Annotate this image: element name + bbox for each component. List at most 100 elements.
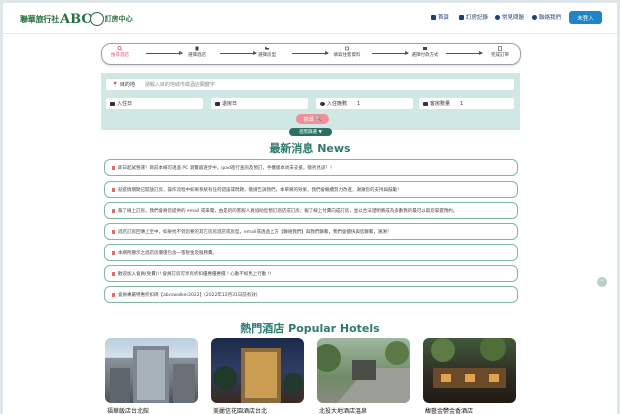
- moon-icon: [320, 101, 325, 106]
- hotel-name-1[interactable]: 福華飯店台北館: [107, 406, 149, 414]
- destination-field[interactable]: 📍 目的地 請輸入目的地城市或酒店關鍵字: [106, 79, 514, 90]
- hotel-card-1[interactable]: [105, 338, 198, 403]
- bed-icon: [265, 47, 269, 50]
- news-item[interactable]: 本網所顯示之酒店房價僅包含一張稅金及服務費。: [104, 244, 518, 261]
- rooms-label: 客房數量: [430, 101, 451, 107]
- news-text: 會員專屬特惠折扣碼【abcswalker2022】(2022年12月31日前有效…: [118, 292, 258, 298]
- news-item[interactable]: 歡迎加入會員(免費)!! 會員訂房可享有折扣優惠優惠價 ! 心動不如馬上行動 !…: [104, 265, 518, 282]
- search-icon: [117, 46, 123, 51]
- news-text: 本網所顯示之酒店房價僅包含一張稅金及服務費。: [118, 250, 217, 256]
- step-label: 選擇酒店: [188, 53, 206, 58]
- rooms-field[interactable]: 客房數量 1: [419, 98, 514, 109]
- news-item[interactable]: 會員專屬特惠折扣碼【abcswalker2022】(2022年12月31日前有效…: [104, 286, 518, 303]
- document-icon: [498, 46, 502, 51]
- advanced-filter-label: 進階篩選: [299, 130, 318, 135]
- nav-faq-label: 常見問題: [502, 15, 525, 21]
- step-select-hotel: 選擇酒店: [177, 46, 217, 58]
- document-icon: [112, 229, 115, 234]
- nav-faq[interactable]: 常見問題: [495, 13, 524, 21]
- news-text: 就疫情期間已開放訂房，操作流程中如果系統有任何錯誤或問題，敬請告訴我們，本單將的…: [118, 187, 402, 193]
- logo-text-2: ABC: [60, 11, 92, 27]
- list-icon: [459, 14, 464, 20]
- logo[interactable]: 聯華旅行社 ABC 訂房中心: [20, 11, 133, 27]
- home-icon: [431, 14, 436, 20]
- advanced-filter-button[interactable]: 進階篩選 ▼: [289, 128, 332, 136]
- news-text: 歡迎加入會員(免費)!! 會員訂房可享有折扣優惠優惠價 ! 心動不如馬上行動 !…: [118, 271, 272, 277]
- destination-placeholder: 請輸入目的地城市或酒店關鍵字: [144, 82, 215, 88]
- calendar-icon: [110, 101, 115, 106]
- step-complete: 完成訂單: [480, 46, 520, 58]
- nav-records[interactable]: 訂房記錄: [459, 13, 488, 21]
- globe-icon: [89, 12, 104, 26]
- nights-label: 入住晚數: [327, 101, 348, 107]
- news-item[interactable]: 就疫情期間已開放訂房，操作流程中如果系統有任何錯誤或問題，敬請告訴我們，本單將的…: [104, 181, 518, 198]
- destination-label-text: 目的地: [119, 82, 135, 88]
- news-item[interactable]: 酒店訂房回傳上至中，如果找不到您要的其它房房酒店或房型，email或透過上方【聯…: [104, 223, 518, 240]
- hotels-title: 熱門酒店 Popular Hotels: [240, 322, 380, 335]
- step-arrow: [446, 51, 483, 55]
- credit-card-icon: [423, 47, 427, 50]
- checkout-field[interactable]: 退房日: [211, 98, 308, 109]
- chevron-up-icon: ⌃: [599, 278, 605, 286]
- search-button-label: 搜尋: [303, 116, 314, 123]
- info-icon: [532, 14, 537, 20]
- step-search-hotel: 搜尋酒店: [100, 46, 140, 58]
- nav-contact-label: 聯絡我們: [539, 15, 562, 21]
- news-text: 即日起試營運！目前本線可透過 PC 瀏覽器逐步中，ipad進行查詢及預訂，手機版…: [118, 165, 335, 171]
- login-button[interactable]: 未登入: [569, 11, 602, 24]
- hotel-card-2[interactable]: [211, 338, 304, 403]
- checkin-field[interactable]: 入住日: [106, 98, 203, 109]
- step-label: 填寫住客資料: [333, 53, 361, 58]
- logo-text-1: 聯華旅行社: [20, 13, 59, 24]
- document-icon: [112, 292, 115, 297]
- hotel-photo-icon: [317, 341, 410, 403]
- step-guest-info: 填寫住客資料: [324, 46, 370, 58]
- bed-icon: [423, 101, 428, 106]
- search-panel: 📍 目的地 請輸入目的地城市或酒店關鍵字 入住日 退房日 入住晚數 1 客房數量 1…: [101, 73, 520, 130]
- step-label: 選擇付款方式: [411, 53, 439, 58]
- document-icon: [112, 250, 115, 255]
- step-label: 完成訂單: [491, 53, 509, 58]
- step-payment: 選擇付款方式: [402, 46, 448, 58]
- news-item[interactable]: 報了線上訂房，我們會將您提供的 email 或來電，由是的的客服人員協助您預訂酒…: [104, 202, 518, 219]
- building-icon: [195, 46, 199, 51]
- booking-steps: 搜尋酒店 選擇酒店 選擇房型 填寫住客資料 選擇付款方式 完成訂單: [101, 43, 521, 65]
- calendar-icon: [215, 101, 220, 106]
- nights-value: 1: [357, 100, 361, 107]
- step-label: 搜尋酒店: [111, 53, 129, 58]
- hotel-card-3[interactable]: [317, 338, 410, 403]
- checkin-label: 入住日: [117, 101, 133, 107]
- step-label: 選擇房型: [258, 53, 276, 58]
- hotel-photo-icon: [110, 346, 195, 403]
- hotel-name-2[interactable]: 美麗信花園酒店台北: [213, 406, 267, 414]
- scroll-to-top-button[interactable]: ⌃: [597, 277, 607, 287]
- hotel-photo-icon: [431, 338, 506, 388]
- news-text: 酒店訂房回傳上至中，如果找不到您要的其它房房酒店或房型，email或透過上方【聯…: [118, 229, 392, 235]
- document-icon: [112, 187, 115, 192]
- hotel-photo-icon: [213, 348, 303, 403]
- hotel-name-3[interactable]: 北投大地酒店溫泉: [319, 406, 367, 414]
- nav-home[interactable]: 首頁: [431, 13, 449, 21]
- search-button[interactable]: 搜尋 🔍: [296, 114, 329, 124]
- nights-field[interactable]: 入住晚數 1: [316, 98, 413, 109]
- rooms-value: 1: [460, 100, 464, 107]
- news-text: 報了線上訂房，我們會將您提供的 email 或來電，由是的的客服人員協助您預訂酒…: [118, 208, 458, 214]
- nav-records-label: 訂房記錄: [466, 15, 489, 21]
- hotel-name-4[interactable]: 馥藝金鬱金香酒店: [425, 406, 473, 414]
- document-icon: [112, 208, 115, 213]
- news-title: 最新消息 News: [269, 142, 351, 155]
- logo-text-3: 訂房中心: [104, 14, 133, 23]
- news-item[interactable]: 即日起試營運！目前本線可透過 PC 瀏覽器逐步中，ipad進行查詢及預訂，手機版…: [104, 159, 518, 176]
- destination-label: 📍 目的地: [112, 82, 135, 88]
- document-icon: [112, 271, 115, 276]
- nav-contact[interactable]: 聯絡我們: [532, 13, 561, 21]
- checkout-label: 退房日: [222, 101, 238, 107]
- document-icon: [112, 165, 115, 170]
- hotel-card-4[interactable]: [423, 338, 516, 403]
- step-select-room: 選擇房型: [247, 46, 287, 58]
- edit-icon: [345, 46, 349, 51]
- nav-home-label: 首頁: [438, 15, 450, 21]
- header: 聯華旅行社 ABC 訂房中心 首頁 訂房記錄 常見問題 聯絡我們 未登入: [3, 3, 617, 34]
- page: 聯華旅行社 ABC 訂房中心 首頁 訂房記錄 常見問題 聯絡我們 未登入 搜尋酒…: [3, 3, 617, 414]
- question-icon: [495, 14, 500, 20]
